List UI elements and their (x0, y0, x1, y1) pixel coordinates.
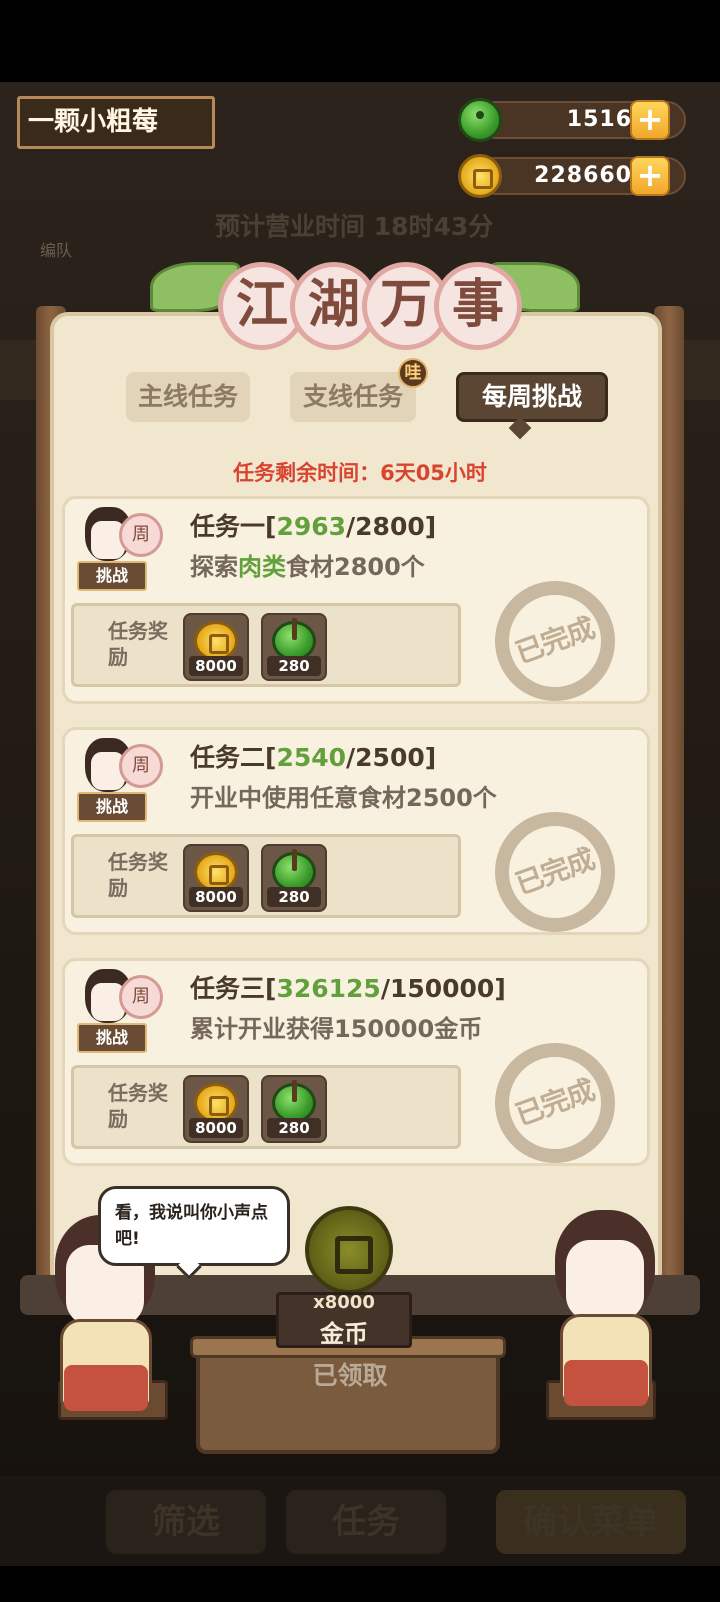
gem-icon (272, 618, 316, 661)
new-badge: 哇 (398, 358, 428, 388)
challenge-label: 挑战 (77, 561, 147, 591)
npc-skirt (564, 1360, 648, 1406)
reward-coin-amount: 8000 (189, 887, 243, 907)
tasks-button[interactable]: 任务 (286, 1490, 446, 1554)
weekly-disc: 周 (119, 744, 163, 788)
mission-desc: 累计开业获得150000金币 (190, 1015, 483, 1043)
coin-icon (194, 1083, 238, 1123)
gem-icon (272, 1080, 316, 1123)
confirm-menu-button[interactable]: 确认菜单 (496, 1490, 686, 1554)
reward-coin-amount: 8000 (189, 1118, 243, 1138)
status-bar (0, 0, 720, 82)
mission-progress: 2540 (276, 743, 347, 772)
reward-gems[interactable]: 280 (261, 844, 327, 912)
title-char: 事 (434, 262, 522, 350)
gem-icon (272, 849, 316, 892)
completed-stamp: 已完成 (478, 795, 632, 949)
coin-count: 228660 (534, 163, 632, 188)
mission-desc: 探索肉类食材2800个 (190, 553, 425, 581)
speech-bubble: 看，我说叫你小声点吧! (98, 1186, 290, 1266)
reward-gem-amount: 280 (267, 656, 321, 676)
mission-avatar: 周 挑战 (73, 730, 163, 825)
reward-label: 任务奖励 (108, 619, 168, 669)
mission-avatar: 周 挑战 (73, 961, 163, 1056)
mission-progress: 326125 (276, 974, 381, 1003)
mission-title: 任务二[2540/2500] (190, 743, 437, 772)
mission-progress: 2963 (276, 512, 347, 541)
challenge-label: 挑战 (77, 1023, 147, 1053)
npc-girl-right (540, 1210, 670, 1410)
add-coins-button[interactable]: + (630, 156, 670, 196)
reward-gem-amount: 280 (267, 887, 321, 907)
system-nav-bar (0, 1566, 720, 1602)
player-name[interactable]: 一颗小粗莓 (17, 96, 215, 149)
mission-avatar: 周 挑战 (73, 499, 163, 594)
filter-button[interactable]: 筛选 (106, 1490, 266, 1554)
tab-side-quests[interactable]: 支线任务 (290, 372, 416, 422)
coin-icon (194, 852, 238, 892)
business-time: 预计营业时间 18时43分 (215, 212, 494, 241)
coin-reward-count: x8000 (313, 1292, 375, 1313)
tab-weekly-challenge[interactable]: 每周挑战 (456, 372, 608, 422)
add-gems-button[interactable]: + (630, 100, 670, 140)
panel-title: 江 湖 万 事 (150, 250, 580, 360)
mission-desc: 开业中使用任意食材2500个 (190, 784, 497, 812)
completed-stamp: 已完成 (478, 1026, 632, 1180)
reward-label: 任务奖励 (108, 1081, 168, 1131)
mission-card: 周 挑战 任务二[2540/2500] 开业中使用任意食材2500个 任务奖励 … (62, 727, 650, 949)
mission-title: 任务三[326125/150000] (190, 974, 506, 1003)
reward-coins[interactable]: 8000 (183, 1075, 249, 1143)
mission-card: 周 挑战 任务三[326125/150000] 累计开业获得150000金币 任… (62, 958, 650, 1180)
tab-main-quests[interactable]: 主线任务 (126, 372, 250, 422)
reward-coins[interactable]: 8000 (183, 613, 249, 681)
reward-gem-amount: 280 (267, 1118, 321, 1138)
reward-coins[interactable]: 8000 (183, 844, 249, 912)
completed-stamp: 已完成 (478, 564, 632, 718)
coin-icon (458, 154, 502, 198)
gem-count: 1516 (566, 107, 632, 132)
mission-timer: 任务剩余时间：6天05小时 (233, 461, 487, 485)
npc-skirt (64, 1365, 148, 1411)
team-label: 编队 (40, 241, 73, 260)
mission-title: 任务一[2963/2800] (190, 512, 437, 541)
gem-icon (458, 98, 502, 142)
reward-coin-amount: 8000 (189, 656, 243, 676)
claimed-status: 已领取 (312, 1361, 388, 1390)
reward-gems[interactable]: 280 (261, 1075, 327, 1143)
reward-label: 任务奖励 (108, 850, 168, 900)
npc-face (566, 1240, 644, 1320)
big-coin-icon (305, 1206, 393, 1294)
challenge-label: 挑战 (77, 792, 147, 822)
weekly-disc: 周 (119, 513, 163, 557)
coin-reward-name: 金币 (320, 1320, 368, 1348)
coin-icon (194, 621, 238, 661)
mission-card: 周 挑战 任务一[2963/2800] 探索肉类食材2800个 任务奖励 800… (62, 496, 650, 718)
reward-gems[interactable]: 280 (261, 613, 327, 681)
weekly-disc: 周 (119, 975, 163, 1019)
